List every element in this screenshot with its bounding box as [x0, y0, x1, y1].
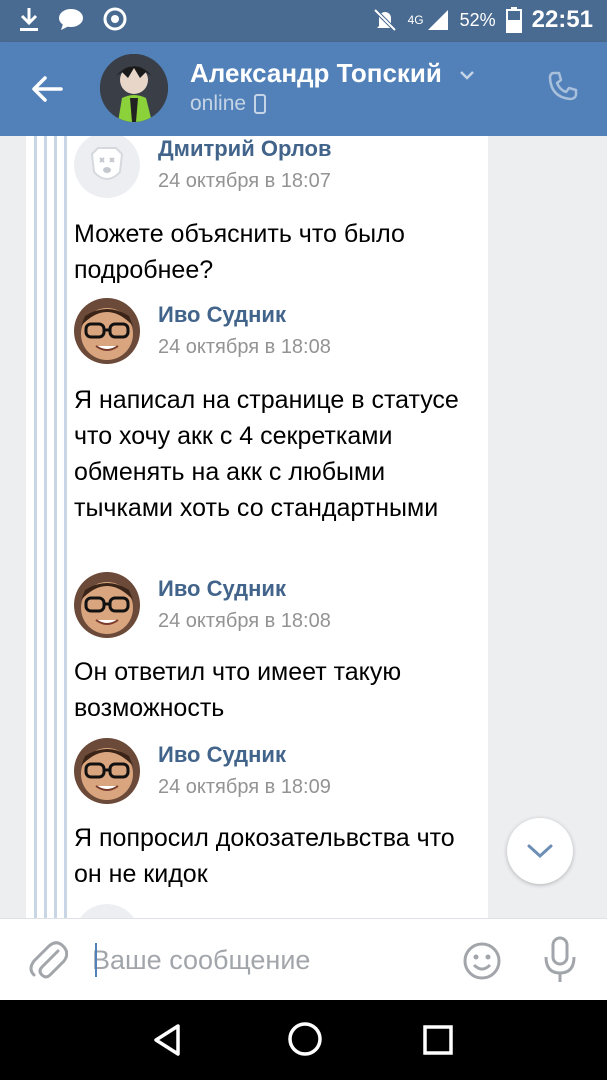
message-text: Можете объяснить что было подробнее?: [74, 220, 405, 284]
message-date: 24 октября в 18:08: [158, 610, 331, 632]
text-cursor: [95, 943, 97, 977]
back-button[interactable]: [26, 68, 68, 110]
battery-percent: 52%: [459, 9, 496, 30]
emoji-button[interactable]: [462, 941, 502, 981]
voice-message-button[interactable]: [540, 935, 580, 985]
glasses-man-avatar[interactable]: [74, 572, 140, 638]
contact-name[interactable]: Александр Топский: [190, 58, 475, 89]
quote-line: [44, 136, 47, 918]
glasses-man-avatar[interactable]: [74, 298, 140, 364]
message-text: Я попросил докозательвства что он не кид…: [74, 824, 455, 888]
author-name[interactable]: Иво Судник: [158, 576, 286, 602]
download-icon: [20, 8, 38, 31]
signal-icon: [427, 10, 448, 30]
status-bar: 4G 52% 22:51: [0, 0, 607, 42]
message-list[interactable]: Дмитрий Орлов 24 октября в 18:07 Можете …: [0, 136, 607, 918]
paperclip-icon: [29, 941, 69, 979]
online-status: online: [190, 92, 247, 115]
muted-bell-icon: [373, 8, 396, 32]
network-type: 4G: [407, 13, 424, 27]
message-composer: [0, 918, 607, 1000]
quote-line: [34, 136, 37, 918]
message-date: 24 октября в 18:08: [158, 336, 331, 358]
quote-line: [54, 136, 57, 918]
mobile-phone-icon: [254, 94, 267, 114]
smiley-icon: [463, 942, 501, 980]
message-text: Он ответил что имеет такую возможность: [74, 658, 402, 722]
contact-name-text: Александр Топский: [190, 58, 442, 88]
call-button[interactable]: [547, 70, 583, 106]
message-date: 24 октября в 18:07: [158, 170, 331, 192]
circle-home-icon: [288, 1022, 322, 1056]
conversation-header: Александр Топский online: [0, 42, 607, 136]
message-input[interactable]: [92, 935, 442, 985]
square-recents-icon: [423, 1025, 453, 1055]
chevron-down-icon: [460, 71, 475, 80]
author-name[interactable]: Дмитрий Орлов: [158, 136, 332, 162]
contact-avatar[interactable]: [100, 54, 168, 122]
game-notification-icon: [103, 7, 127, 31]
nav-recents-button[interactable]: [420, 1022, 456, 1058]
arrow-left-icon: [32, 76, 63, 102]
navigation-bar: [0, 1000, 607, 1080]
nav-home-button[interactable]: [284, 1018, 326, 1060]
author-name[interactable]: Иво Судник: [158, 302, 286, 328]
glasses-man-avatar[interactable]: [74, 738, 140, 804]
nav-back-button[interactable]: [148, 1020, 188, 1060]
message-text: Я написал на странице в статусе что хочу…: [74, 386, 459, 522]
chevron-down-icon: [527, 844, 553, 859]
triangle-back-icon: [154, 1024, 180, 1056]
clock: 22:51: [531, 6, 593, 33]
phone-icon: [548, 71, 578, 101]
quote-line: [64, 136, 67, 918]
contact-status: online: [190, 92, 267, 116]
message-date: 24 октября в 18:09: [158, 776, 331, 798]
author-name[interactable]: Иво Судник: [158, 742, 286, 768]
scroll-down-button[interactable]: [507, 818, 573, 884]
battery-icon: [505, 7, 522, 33]
chat-notification-icon: [59, 9, 83, 30]
attach-button[interactable]: [28, 939, 69, 981]
microphone-icon: [544, 936, 576, 982]
